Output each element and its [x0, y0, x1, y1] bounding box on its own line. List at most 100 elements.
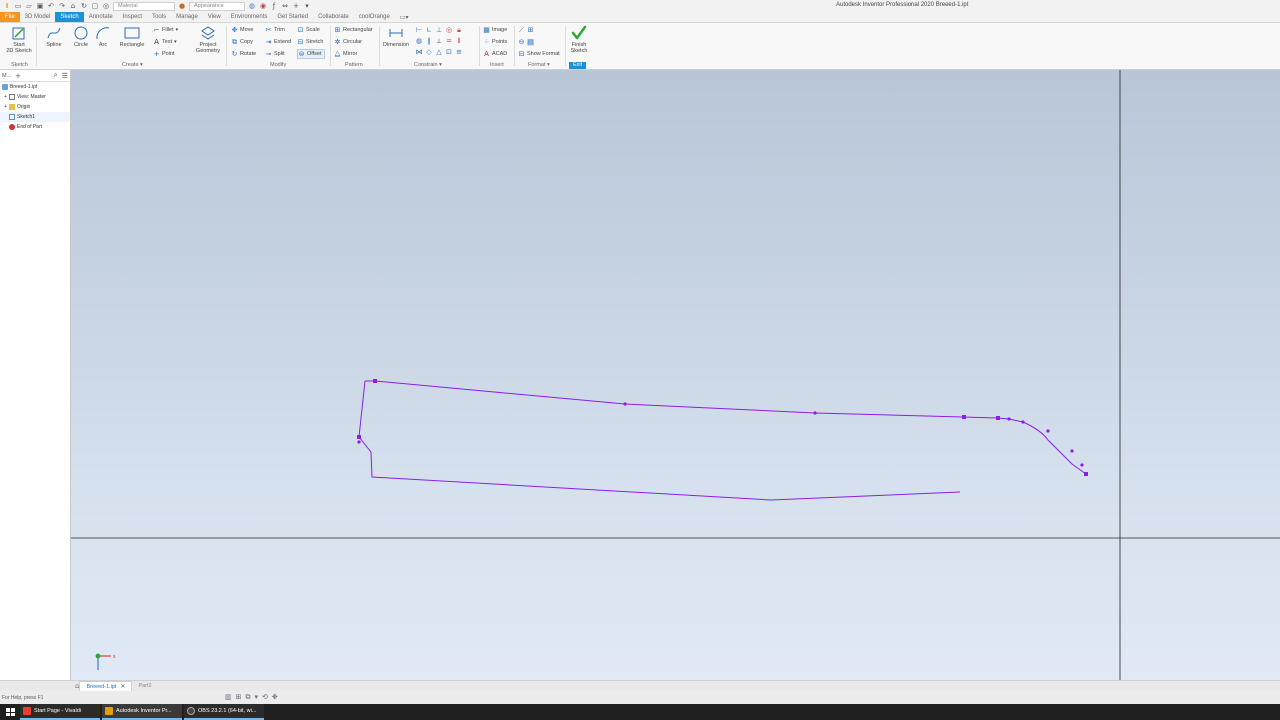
- update-icon[interactable]: ↻: [80, 2, 88, 10]
- doc-tab-part2[interactable]: Part2: [132, 681, 157, 691]
- stretch-button[interactable]: ⊟ Stretch: [297, 37, 324, 47]
- clear-icon[interactable]: ◉: [259, 2, 267, 10]
- windows-start-button[interactable]: [0, 704, 20, 720]
- tab-sketch[interactable]: Sketch: [55, 12, 84, 22]
- points-button[interactable]: ⁘ Points: [483, 37, 508, 47]
- measure-icon[interactable]: ⇔: [281, 2, 289, 10]
- construction-button[interactable]: ⟋ ⊞: [518, 25, 534, 35]
- coincident-icon[interactable]: ⊢: [414, 25, 424, 36]
- arc-button[interactable]: Arc: [95, 25, 111, 48]
- doc-tab-breeed[interactable]: Breeed-1.ipt ✕: [79, 680, 133, 692]
- circular-pattern-button[interactable]: ✲ Circular: [334, 37, 362, 47]
- rotate-button[interactable]: ↻ Rotate: [231, 49, 257, 59]
- browser-node-origin[interactable]: + Origin: [0, 102, 70, 112]
- trim-button[interactable]: ✂ Trim: [265, 25, 285, 35]
- close-icon[interactable]: ✕: [120, 682, 125, 692]
- tab-get-started[interactable]: Get Started: [272, 12, 313, 22]
- search-icon[interactable]: ⌕: [54, 71, 58, 80]
- fix-icon[interactable]: △: [434, 47, 444, 58]
- split-button[interactable]: ⊸ Split: [265, 49, 285, 59]
- copy-button[interactable]: ⧉ Copy: [231, 37, 253, 47]
- tab-view[interactable]: View: [203, 12, 226, 22]
- dimension-button[interactable]: Dimension: [382, 25, 410, 48]
- tab-annotate[interactable]: Annotate: [84, 12, 118, 22]
- group-create-label[interactable]: Create ▾: [122, 62, 143, 68]
- rectangular-pattern-button[interactable]: ⊞ Rectangular: [334, 25, 373, 35]
- appearance-dropdown[interactable]: Appearance: [189, 1, 245, 11]
- mirror-button[interactable]: ⧋ Mirror: [334, 49, 357, 59]
- tab-file[interactable]: File: [0, 12, 20, 22]
- collinear-icon[interactable]: ∟: [424, 25, 434, 36]
- browser-node-view[interactable]: + View: Master: [0, 92, 70, 102]
- tab-tools[interactable]: Tools: [147, 12, 171, 22]
- browser-tab-label[interactable]: M...: [2, 73, 11, 79]
- show-format-button[interactable]: ⊟ Show Format: [518, 49, 560, 59]
- point-button[interactable]: + Point: [153, 49, 175, 59]
- perpendicular-icon[interactable]: ⊥: [434, 25, 444, 36]
- horizontal-icon[interactable]: ⟂: [434, 36, 444, 47]
- equal-icon[interactable]: =: [444, 36, 454, 47]
- browser-node-sketch1[interactable]: Sketch1: [0, 112, 70, 122]
- undo-icon[interactable]: ↶: [47, 2, 55, 10]
- tab-coolorange[interactable]: coolOrange: [354, 12, 395, 22]
- parameters-icon[interactable]: ƒ: [270, 2, 278, 10]
- circle-button[interactable]: Circle: [71, 25, 91, 48]
- customize-icon[interactable]: ▾: [303, 2, 311, 10]
- move-button[interactable]: ✥ Move: [231, 25, 254, 35]
- tab-manage[interactable]: Manage: [171, 12, 203, 22]
- taskbar-inventor[interactable]: Autodesk Inventor Pr...: [102, 704, 182, 720]
- concentric-icon[interactable]: ◍: [414, 36, 424, 47]
- save-icon[interactable]: ▣: [36, 2, 44, 10]
- menu-icon[interactable]: ☰: [62, 72, 68, 80]
- delete-constraints-icon[interactable]: ≡: [454, 47, 464, 58]
- tab-inspect[interactable]: Inspect: [118, 12, 147, 22]
- sketch-profile[interactable]: [358, 380, 1087, 501]
- image-button[interactable]: ▦ Image: [483, 25, 507, 35]
- extend-button[interactable]: ⇥ Extend: [265, 37, 292, 47]
- spline-button[interactable]: Spline: [44, 25, 64, 48]
- fillet-button[interactable]: ⌐ Fillet ▾: [153, 25, 179, 35]
- symmetric-icon[interactable]: ⋈: [414, 47, 424, 58]
- home-icon[interactable]: ⌂: [69, 2, 77, 10]
- layout-icon[interactable]: ▥: [225, 693, 232, 702]
- open-icon[interactable]: ▱: [25, 2, 33, 10]
- tab-collaborate[interactable]: Collaborate: [313, 12, 354, 22]
- graphics-viewport[interactable]: x: [71, 70, 1280, 680]
- project-geometry-button[interactable]: Project Geometry: [194, 25, 222, 54]
- tab-3d-model[interactable]: 3D Model: [20, 12, 56, 22]
- start-sketch-button[interactable]: Start 2D Sketch: [4, 25, 34, 54]
- taskbar-obs[interactable]: OBS 23.2.1 (64-bit, wi...: [184, 704, 264, 720]
- orbit-icon[interactable]: ⟲: [262, 693, 268, 702]
- group-format-label[interactable]: Format ▾: [528, 62, 550, 68]
- browser-node-end-of-part[interactable]: End of Part: [0, 122, 70, 132]
- tab-options-icon[interactable]: ▭▾: [395, 12, 414, 22]
- show-constraints-icon[interactable]: ⊡: [444, 47, 454, 58]
- smooth-icon[interactable]: ◇: [424, 47, 434, 58]
- rectangle-button[interactable]: Rectangle: [117, 25, 147, 48]
- sketch-canvas[interactable]: x: [71, 70, 1280, 680]
- vertical-icon[interactable]: ⫴: [454, 36, 464, 47]
- finish-sketch-button[interactable]: Finish Sketch: [567, 25, 591, 54]
- acad-button[interactable]: A ACAD: [483, 49, 507, 59]
- redo-icon[interactable]: ↷: [58, 2, 66, 10]
- offset-button[interactable]: ⊜ Offset: [297, 49, 325, 59]
- scale-button[interactable]: ⊡ Scale: [297, 25, 320, 35]
- group-constrain-label[interactable]: Constrain ▾: [414, 62, 442, 68]
- new-icon[interactable]: ▭: [14, 2, 22, 10]
- adjust-icon[interactable]: ◍: [248, 2, 256, 10]
- cascade-icon[interactable]: ⧉: [246, 693, 251, 702]
- arrange-icon[interactable]: ▾: [255, 693, 259, 702]
- lock-icon[interactable]: 🔒︎: [454, 25, 464, 36]
- select-icon[interactable]: ▢: [91, 2, 99, 10]
- tile-icon[interactable]: ⊞: [236, 693, 242, 702]
- tab-environments[interactable]: Environments: [226, 12, 273, 22]
- material-dropdown[interactable]: Material: [113, 1, 175, 11]
- pan-icon[interactable]: ✥: [272, 693, 278, 702]
- parallel-icon[interactable]: ∥: [424, 36, 434, 47]
- add-icon[interactable]: +: [292, 2, 300, 10]
- taskbar-vivaldi[interactable]: Start Page - Vivaldi: [20, 704, 100, 720]
- text-button[interactable]: A Text ▾: [153, 37, 177, 47]
- tangent-icon[interactable]: ◎: [444, 25, 454, 36]
- center-point-button[interactable]: ⊖ ▤: [518, 37, 534, 47]
- inventor-logo-icon[interactable]: I: [3, 2, 11, 10]
